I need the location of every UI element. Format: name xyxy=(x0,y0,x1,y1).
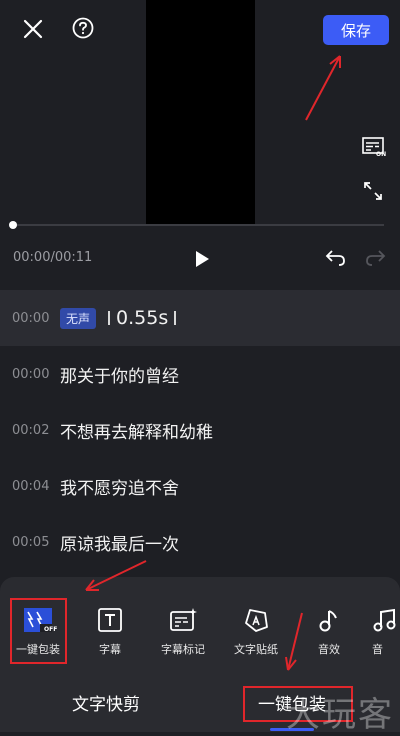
row-timestamp: 00:04 xyxy=(12,478,50,494)
subtitle-text-icon xyxy=(98,608,122,632)
time-display: 00:00/00:11 xyxy=(13,250,93,265)
video-preview[interactable] xyxy=(146,0,255,225)
tool-sound-effect[interactable]: 音效 xyxy=(299,607,359,657)
tool-music[interactable]: 音 xyxy=(372,607,400,657)
tool-label: 字幕 xyxy=(99,643,121,656)
tool-subtitle[interactable]: 字幕 xyxy=(80,607,140,657)
fullscreen-icon[interactable] xyxy=(362,180,384,202)
transcript-row[interactable]: 00:02 不想再去解释和幼稚 xyxy=(0,402,400,458)
tool-label: 音 xyxy=(372,643,383,656)
tool-one-click-pack[interactable]: OFF 一键包装 xyxy=(8,607,68,657)
row-text: 不想再去解释和幼稚 xyxy=(60,422,213,443)
redo-icon[interactable] xyxy=(364,248,386,268)
tool-label: 一键包装 xyxy=(16,643,60,656)
silence-duration-text: 0.55s xyxy=(116,307,169,329)
tab-text-quick-cut[interactable]: 文字快剪 xyxy=(72,690,140,715)
silence-bar-right xyxy=(174,311,177,325)
off-badge: OFF xyxy=(44,626,58,633)
tool-text-sticker[interactable]: 文字贴纸 xyxy=(226,607,286,657)
annotation-arrow xyxy=(85,560,147,591)
row-text: 那关于你的曾经 xyxy=(60,366,179,387)
undo-icon[interactable] xyxy=(325,248,347,268)
row-timestamp: 00:02 xyxy=(12,422,50,438)
transcript-row[interactable]: 00:05 原谅我最后一次 xyxy=(0,514,400,570)
transcript-row[interactable]: 00:00 那关于你的曾经 xyxy=(0,346,400,402)
silence-bar-left xyxy=(108,311,111,325)
subtitle-mark-icon xyxy=(170,608,197,631)
close-icon[interactable] xyxy=(20,16,46,42)
help-icon[interactable] xyxy=(71,16,95,40)
silence-badge: 无声 xyxy=(60,307,97,329)
text-sticker-icon xyxy=(245,609,268,632)
silence-duration: 0.55s xyxy=(108,307,177,329)
subtitle-on-icon[interactable]: ON xyxy=(362,137,386,159)
tool-label: 音效 xyxy=(318,643,340,656)
tool-label: 文字贴纸 xyxy=(234,643,278,656)
row-timestamp: 00:00 xyxy=(12,310,50,326)
tool-subtitle-mark[interactable]: 字幕标记 xyxy=(153,607,213,657)
annotation-arrow xyxy=(305,55,341,121)
watermark: 大玩客 xyxy=(286,695,394,735)
subtitle-on-badge: ON xyxy=(376,151,387,158)
row-text: 原谅我最后一次 xyxy=(60,534,179,555)
play-icon[interactable] xyxy=(193,249,213,269)
transcript-row[interactable]: 00:04 我不愿穷追不舍 xyxy=(0,458,400,514)
progress-track[interactable] xyxy=(13,224,384,226)
row-timestamp: 00:00 xyxy=(12,366,50,382)
music-icon xyxy=(373,608,396,632)
save-button[interactable]: 保存 xyxy=(323,15,389,45)
annotation-arrow xyxy=(285,612,303,671)
row-text: 我不愿穷追不舍 xyxy=(60,478,179,499)
sound-effect-icon xyxy=(319,610,337,632)
row-timestamp: 00:05 xyxy=(12,534,50,550)
tool-label: 字幕标记 xyxy=(161,643,205,656)
progress-knob[interactable] xyxy=(9,221,17,229)
transcript-row-silent[interactable]: 00:00 无声 0.55s xyxy=(0,290,400,346)
